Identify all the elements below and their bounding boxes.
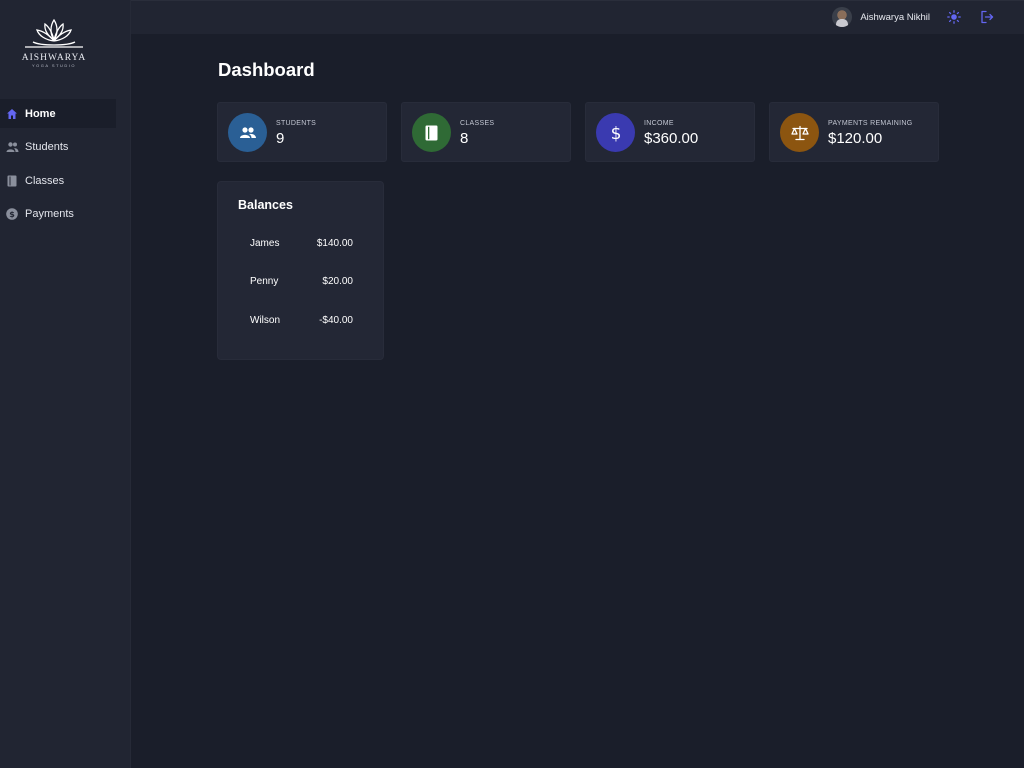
scale-icon [780, 113, 819, 152]
logout-icon[interactable] [980, 10, 994, 24]
book-icon [5, 174, 19, 188]
lotus-icon [25, 18, 83, 48]
stat-value: $120.00 [828, 130, 883, 147]
sidebar-item-payments[interactable]: $ Payments [0, 200, 116, 229]
avatar[interactable] [832, 7, 853, 27]
stat-value: 8 [460, 130, 469, 147]
stat-card-payments-remaining: PAYMENTS REMAINING $120.00 [769, 102, 939, 162]
page-title: Dashboard [218, 59, 315, 80]
list-item[interactable]: Penny $20.00 [250, 276, 353, 290]
balances-card: Balances James $140.00 Penny $20.00 Wils… [217, 181, 384, 360]
sidebar: AISHWARYA YOGA STUDIO Home Students Clas… [0, 0, 131, 768]
balance-amount: $140.00 [316, 238, 353, 249]
balance-amount: $20.00 [322, 276, 353, 287]
dollar-icon: $ [596, 113, 635, 152]
home-icon [5, 107, 19, 121]
sidebar-nav: Home Students Classes $ Payments [0, 99, 116, 233]
book-icon [412, 113, 451, 152]
sidebar-item-label: Home [25, 107, 56, 120]
dollar-circle-icon: $ [5, 207, 19, 221]
stat-label: CLASSES [460, 120, 495, 127]
brand-name: AISHWARYA [21, 53, 87, 63]
svg-text:$: $ [9, 210, 15, 219]
top-bar: Aishwarya Nikhil [131, 0, 1024, 34]
balance-amount: -$40.00 [319, 315, 353, 326]
balance-name: James [250, 238, 280, 249]
stat-card-income: $ INCOME $360.00 [585, 102, 755, 162]
sidebar-item-classes[interactable]: Classes [0, 166, 116, 195]
list-item[interactable]: Wilson -$40.00 [250, 315, 353, 329]
sun-icon[interactable] [947, 10, 961, 24]
sidebar-item-label: Classes [25, 174, 65, 187]
stat-label: INCOME [644, 120, 674, 127]
svg-text:$: $ [610, 124, 621, 142]
stat-card-students: STUDENTS 9 [217, 102, 387, 162]
user-name: Aishwarya Nikhil [860, 11, 930, 23]
balances-title: Balances [238, 198, 293, 212]
stat-card-classes: CLASSES 8 [401, 102, 571, 162]
sidebar-item-label: Students [25, 141, 69, 154]
sidebar-item-label: Payments [25, 208, 74, 221]
sidebar-item-students[interactable]: Students [0, 133, 116, 162]
balance-name: Penny [250, 276, 279, 287]
brand-logo[interactable]: AISHWARYA YOGA STUDIO [18, 16, 90, 76]
users-icon [5, 140, 19, 154]
stat-label: PAYMENTS REMAINING [828, 120, 913, 127]
stat-label: STUDENTS [276, 120, 317, 127]
stat-value: 9 [276, 130, 285, 147]
list-item[interactable]: James $140.00 [250, 238, 353, 252]
user-menu[interactable]: Aishwarya Nikhil [832, 7, 930, 27]
brand-tagline: YOGA STUDIO [31, 63, 77, 68]
balance-name: Wilson [250, 315, 281, 326]
users-icon [228, 113, 267, 152]
sidebar-item-home[interactable]: Home [0, 99, 116, 128]
stat-value: $360.00 [644, 130, 699, 147]
